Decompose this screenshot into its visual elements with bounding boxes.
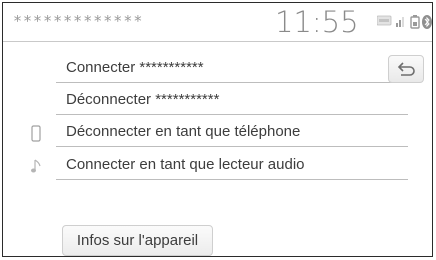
device-name: ************* bbox=[13, 12, 144, 30]
battery-icon bbox=[410, 15, 420, 29]
menu-item-disconnect-phone[interactable]: Déconnecter en tant que téléphone bbox=[56, 117, 408, 147]
menu-item-connect-audio[interactable]: Connecter en tant que lecteur audio bbox=[56, 150, 408, 180]
device-info-label: Infos sur l'appareil bbox=[76, 232, 199, 249]
back-button[interactable] bbox=[388, 55, 424, 83]
bluetooth-audio-badge-icon bbox=[377, 15, 392, 26]
clock: 11:55 bbox=[275, 5, 359, 39]
menu-item-disconnect[interactable]: Déconnecter *********** bbox=[56, 85, 408, 115]
music-note-icon bbox=[31, 159, 41, 173]
menu-item-label: Déconnecter en tant que téléphone bbox=[66, 123, 301, 140]
bluetooth-device-screen: ************* 11:55 Connecter **********… bbox=[2, 2, 433, 257]
menu-item-label: Connecter *********** bbox=[66, 59, 204, 76]
menu-item-label: Connecter en tant que lecteur audio bbox=[66, 156, 305, 173]
phone-icon bbox=[31, 125, 41, 142]
return-arrow-icon bbox=[397, 62, 415, 76]
menu-item-connect[interactable]: Connecter *********** bbox=[56, 53, 408, 83]
header-bar: ************* 11:55 bbox=[3, 3, 432, 42]
menu-item-label: Déconnecter *********** bbox=[66, 91, 220, 108]
device-info-button[interactable]: Infos sur l'appareil bbox=[62, 225, 213, 256]
signal-strength-icon bbox=[396, 17, 404, 27]
status-icons bbox=[377, 12, 432, 32]
bluetooth-icon bbox=[422, 15, 432, 29]
